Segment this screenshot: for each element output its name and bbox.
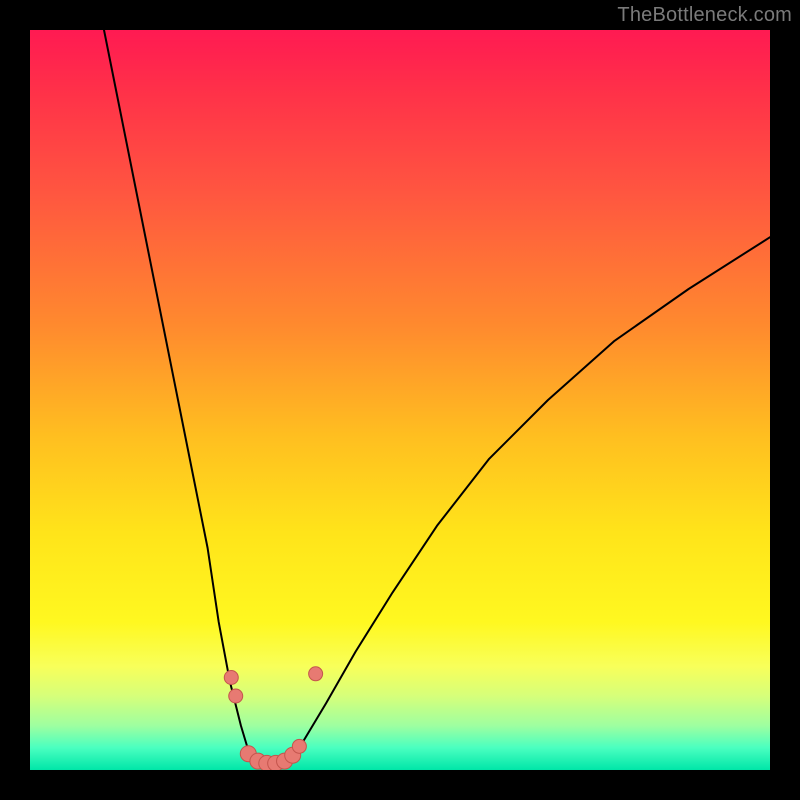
data-marker: [224, 671, 238, 685]
watermark-text: TheBottleneck.com: [617, 4, 792, 27]
data-marker: [292, 739, 306, 753]
data-marker: [309, 667, 323, 681]
chart-frame: TheBottleneck.com: [0, 0, 800, 800]
data-marker: [229, 689, 243, 703]
plot-area: [30, 30, 770, 770]
chart-svg: [30, 30, 770, 770]
bottleneck-curve: [104, 30, 770, 769]
